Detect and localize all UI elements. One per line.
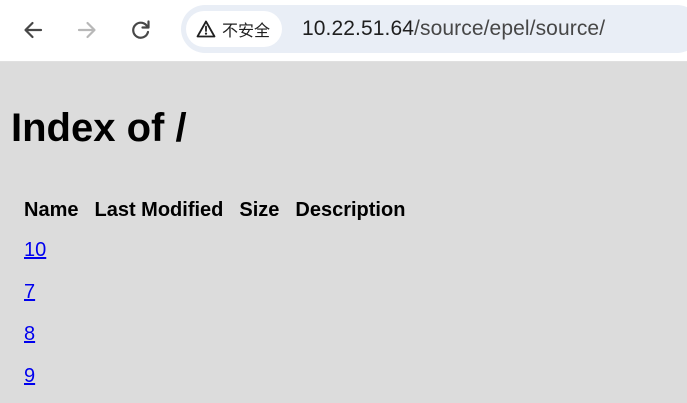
directory-link[interactable]: 10 bbox=[24, 239, 46, 261]
url-host: 10.22.51.64 bbox=[302, 17, 415, 40]
security-indicator[interactable]: 不安全 bbox=[186, 11, 283, 47]
arrow-left-icon bbox=[24, 21, 43, 39]
cell-size bbox=[231, 355, 287, 397]
table-row: 9 bbox=[16, 355, 413, 397]
warning-triangle-icon bbox=[196, 20, 216, 38]
cell-last-modified bbox=[86, 229, 231, 271]
reload-icon bbox=[132, 20, 150, 39]
directory-listing-table: Name Last Modified Size Description 10 7… bbox=[16, 191, 413, 397]
column-header-last-modified: Last Modified bbox=[94, 198, 224, 221]
cell-size bbox=[231, 313, 287, 355]
table-row: 8 bbox=[16, 313, 413, 355]
cell-size bbox=[231, 229, 287, 271]
cell-description bbox=[287, 271, 413, 313]
cell-name: 8 bbox=[16, 313, 86, 355]
arrow-right-icon bbox=[77, 21, 96, 39]
cell-last-modified bbox=[86, 355, 231, 397]
address-bar[interactable]: 不安全 10.22.51.64/source/epel/source/ bbox=[181, 5, 687, 53]
cell-description bbox=[287, 313, 413, 355]
browser-toolbar: 不安全 10.22.51.64/source/epel/source/ bbox=[0, 0, 687, 62]
column-header-description: Description bbox=[295, 198, 406, 221]
page-title: Index of / bbox=[11, 106, 187, 150]
page-content: Index of / Name Last Modified Size Descr… bbox=[0, 62, 687, 403]
table-row: 7 bbox=[16, 271, 413, 313]
cell-description bbox=[287, 229, 413, 271]
column-header-name: Name bbox=[24, 198, 79, 221]
directory-link[interactable]: 9 bbox=[24, 365, 35, 387]
back-button[interactable] bbox=[15, 12, 51, 48]
directory-link[interactable]: 7 bbox=[24, 281, 35, 303]
url-path: /source/epel/source/ bbox=[414, 17, 606, 40]
cell-size bbox=[231, 271, 287, 313]
cell-name: 9 bbox=[16, 355, 86, 397]
cell-last-modified bbox=[86, 313, 231, 355]
cell-name: 10 bbox=[16, 229, 86, 271]
cell-name: 7 bbox=[16, 271, 86, 313]
directory-link[interactable]: 8 bbox=[24, 323, 35, 345]
security-label: 不安全 bbox=[222, 21, 271, 40]
url-text[interactable]: 10.22.51.64/source/epel/source/ bbox=[302, 17, 605, 41]
forward-button[interactable] bbox=[69, 12, 105, 48]
cell-description bbox=[287, 355, 413, 397]
table-row: 10 bbox=[16, 229, 413, 271]
reload-button[interactable] bbox=[123, 12, 159, 48]
cell-last-modified bbox=[86, 271, 231, 313]
table-header-row: Name Last Modified Size Description bbox=[16, 191, 413, 229]
column-header-size: Size bbox=[239, 198, 280, 221]
